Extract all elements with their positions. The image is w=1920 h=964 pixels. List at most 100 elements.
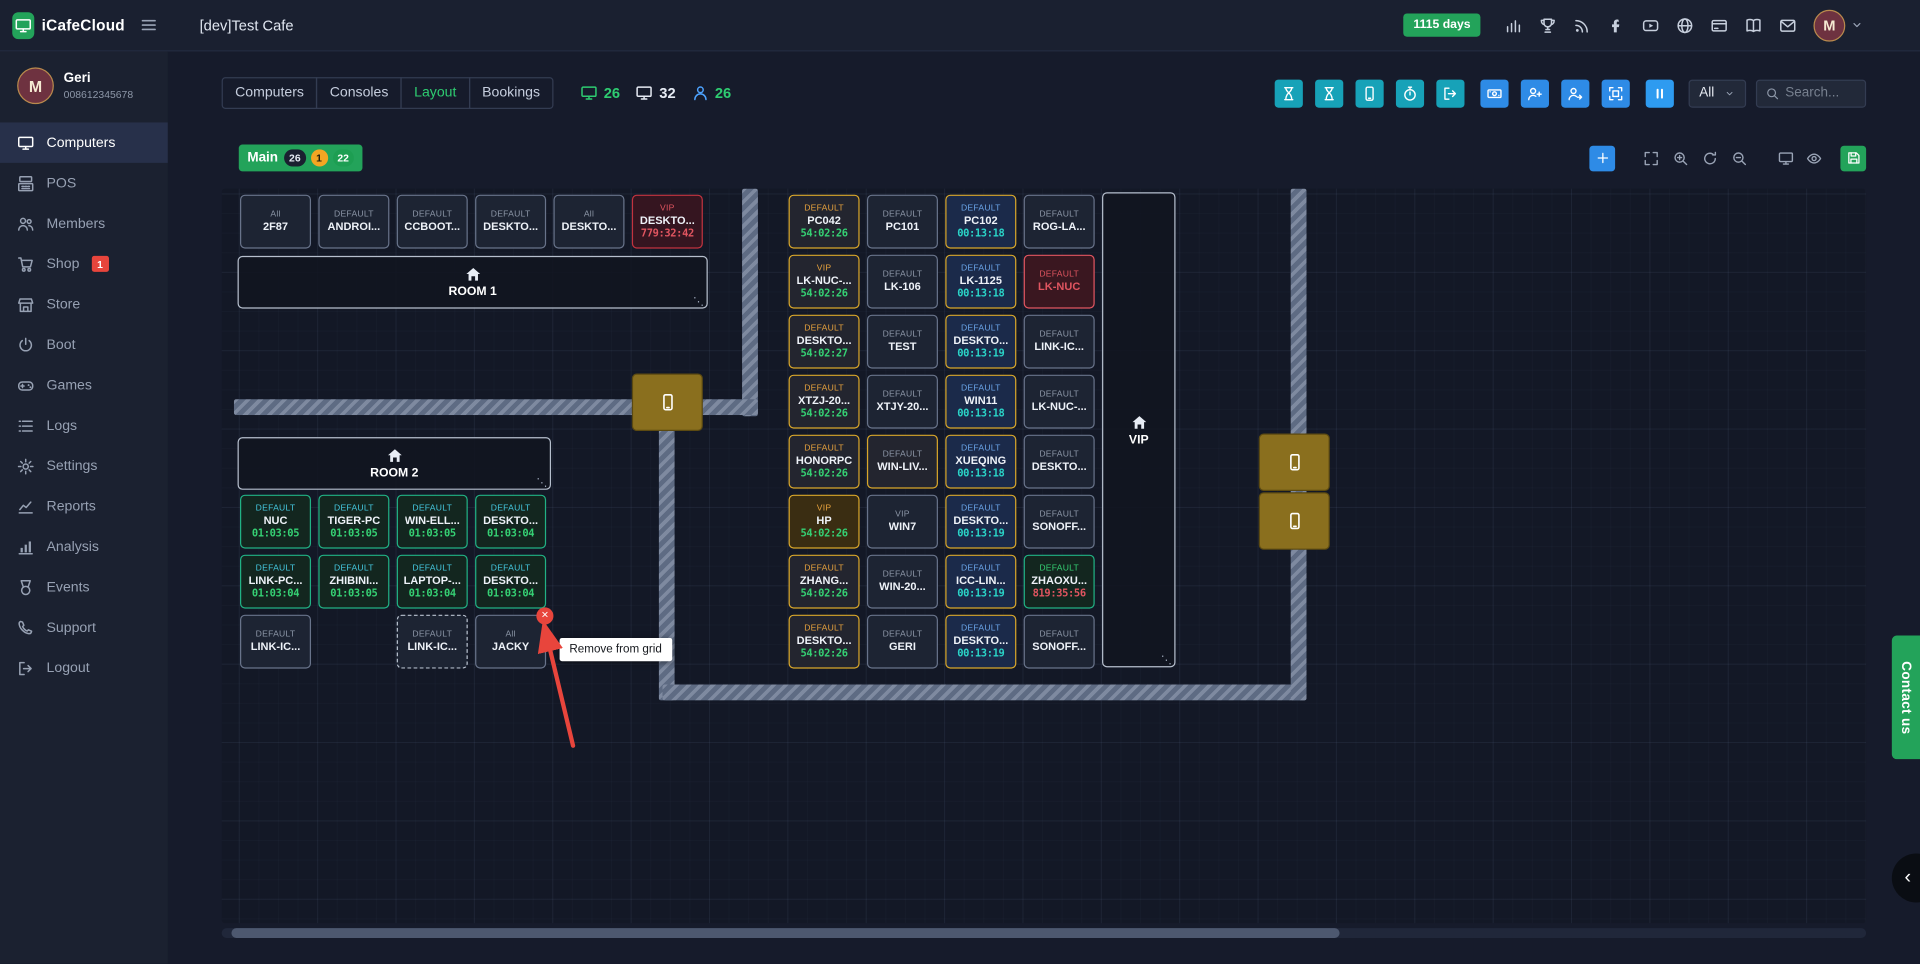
computer-card[interactable]: DEFAULTLINK-PC...01:03:04: [240, 555, 311, 609]
computer-card[interactable]: DEFAULTWIN-ELL...01:03:05: [397, 495, 468, 549]
computer-card[interactable]: DEFAULTZHIBINI...01:03:05: [318, 555, 389, 609]
computer-card[interactable]: DEFAULTCCBOOT...: [397, 195, 468, 249]
layout-canvas[interactable]: Remove from grid ROOM 1⋱ROOM 2⋱VIP⋱All2F…: [222, 189, 1866, 924]
menu-toggle-button[interactable]: [135, 11, 163, 39]
room-vip[interactable]: VIP⋱: [1102, 192, 1175, 667]
youtube-link[interactable]: [1642, 17, 1659, 34]
computer-card[interactable]: DEFAULTTIGER-PC01:03:05: [318, 495, 389, 549]
mobile-device[interactable]: [1259, 492, 1330, 550]
sidebar-item-store[interactable]: Store: [0, 284, 168, 324]
computer-card[interactable]: DEFAULTPC10200:13:18: [945, 195, 1016, 249]
wall-segment[interactable]: [742, 189, 758, 417]
computer-card[interactable]: VIPLK-NUC-...54:02:26: [789, 255, 860, 309]
sidebar-item-logout[interactable]: Logout: [0, 648, 168, 688]
computer-card[interactable]: DEFAULTPC04254:02:26: [789, 195, 860, 249]
docs-link[interactable]: [1745, 17, 1762, 34]
computer-card[interactable]: DEFAULTXUEQING00:13:18: [945, 435, 1016, 489]
resize-handle[interactable]: ⋱: [693, 296, 704, 307]
eye-button[interactable]: [1806, 150, 1822, 166]
zoom-out-button[interactable]: [1731, 150, 1747, 166]
pause-button[interactable]: [1645, 79, 1673, 107]
computer-card[interactable]: DEFAULTDESKTO...: [475, 195, 546, 249]
search-input[interactable]: [1785, 86, 1856, 101]
computer-card[interactable]: AllDESKTO...: [553, 195, 624, 249]
computer-card[interactable]: DEFAULTROG-LA...: [1024, 195, 1095, 249]
computer-card[interactable]: DEFAULTDESKTO...01:03:04: [475, 495, 546, 549]
remove-icon[interactable]: ×: [536, 607, 553, 624]
computer-card[interactable]: DEFAULTSONOFF...: [1024, 495, 1095, 549]
computer-card[interactable]: DEFAULTLINK-IC...: [240, 615, 311, 669]
computer-card[interactable]: DEFAULTGERI: [867, 615, 938, 669]
computer-card[interactable]: DEFAULTDESKTO...01:03:04: [475, 555, 546, 609]
screen-button[interactable]: [1778, 150, 1794, 166]
computer-card[interactable]: DEFAULTDESKTO...00:13:19: [945, 615, 1016, 669]
computer-card[interactable]: DEFAULTPC101: [867, 195, 938, 249]
computer-card[interactable]: DEFAULTXTZJ-20...54:02:26: [789, 375, 860, 429]
user-plus-button[interactable]: [1521, 79, 1549, 107]
computer-card[interactable]: DEFAULTXTJY-20...: [867, 375, 938, 429]
sidebar-item-analysis[interactable]: Analysis: [0, 527, 168, 567]
mobile-device[interactable]: [1259, 433, 1330, 491]
rss-link[interactable]: [1573, 17, 1590, 34]
refresh-button[interactable]: [1702, 150, 1718, 166]
computer-card[interactable]: DEFAULTZHANG...54:02:26: [789, 555, 860, 609]
computer-card[interactable]: DEFAULTNUC01:03:05: [240, 495, 311, 549]
sidebar-item-shop[interactable]: Shop1: [0, 244, 168, 284]
room-room-2[interactable]: ROOM 2⋱: [238, 437, 551, 490]
computer-card[interactable]: VIPWIN7: [867, 495, 938, 549]
contact-us-button[interactable]: Contact us: [1892, 636, 1920, 760]
computer-card[interactable]: DEFAULTWIN1100:13:18: [945, 375, 1016, 429]
add-button[interactable]: [1589, 145, 1615, 171]
computer-card[interactable]: DEFAULTSONOFF...: [1024, 615, 1095, 669]
stopwatch-button[interactable]: [1396, 79, 1424, 107]
computer-card[interactable]: DEFAULTLINK-IC...: [1024, 315, 1095, 369]
resize-handle[interactable]: ⋱: [1161, 655, 1172, 666]
room-room-1[interactable]: ROOM 1⋱: [238, 256, 708, 309]
computer-card[interactable]: AllJACKY×: [475, 615, 546, 669]
computer-card[interactable]: DEFAULTLK-NUC-...: [1024, 375, 1095, 429]
sidebar-item-support[interactable]: Support: [0, 607, 168, 647]
globe-link[interactable]: [1676, 17, 1693, 34]
sidebar-item-settings[interactable]: Settings: [0, 446, 168, 486]
sidebar-item-logs[interactable]: Logs: [0, 405, 168, 445]
horizontal-scrollbar[interactable]: [222, 928, 1866, 938]
mobile-button[interactable]: [1355, 79, 1383, 107]
computer-card[interactable]: DEFAULTDESKTO...54:02:26: [789, 615, 860, 669]
floor-tab-main[interactable]: Main 26122: [239, 144, 363, 171]
trophy-link[interactable]: [1539, 17, 1556, 34]
computer-card[interactable]: DEFAULTLK-106: [867, 255, 938, 309]
tab-computers[interactable]: Computers: [222, 77, 318, 109]
facebook-link[interactable]: [1608, 17, 1625, 34]
mobile-device[interactable]: [632, 373, 703, 431]
cash-button[interactable]: [1480, 79, 1508, 107]
app-logo[interactable]: iCafeCloud: [12, 12, 125, 39]
user-profile[interactable]: M Geri 008612345678: [0, 51, 168, 122]
computer-card[interactable]: DEFAULTDESKTO...: [1024, 435, 1095, 489]
computer-card[interactable]: DEFAULTANDROI...: [318, 195, 389, 249]
computer-card[interactable]: DEFAULTDESKTO...00:13:19: [945, 315, 1016, 369]
user-menu[interactable]: M: [1813, 9, 1863, 41]
sidebar-item-reports[interactable]: Reports: [0, 486, 168, 526]
computer-card[interactable]: VIPDESKTO...779:32:42: [632, 195, 703, 249]
computer-card[interactable]: DEFAULTDESKTO...00:13:19: [945, 495, 1016, 549]
hourglass-button[interactable]: [1274, 79, 1302, 107]
mail-link[interactable]: [1779, 17, 1796, 34]
resize-handle[interactable]: ⋱: [536, 478, 547, 489]
expand-button[interactable]: [1643, 150, 1659, 166]
sidebar-item-computers[interactable]: Computers: [0, 122, 168, 162]
zoom-in-button[interactable]: [1673, 150, 1689, 166]
computer-card[interactable]: DEFAULTICC-LIN...00:13:19: [945, 555, 1016, 609]
computer-card[interactable]: All2F87: [240, 195, 311, 249]
sidebar-item-members[interactable]: Members: [0, 203, 168, 243]
computer-card[interactable]: DEFAULTDESKTO...54:02:27: [789, 315, 860, 369]
computer-card[interactable]: DEFAULTTEST: [867, 315, 938, 369]
stats-link[interactable]: [1505, 17, 1522, 34]
tab-bookings[interactable]: Bookings: [469, 77, 554, 109]
sidebar-item-events[interactable]: Events: [0, 567, 168, 607]
subscription-days-badge[interactable]: 1115 days: [1404, 13, 1481, 36]
wall-segment[interactable]: [662, 684, 1306, 700]
sidebar-item-pos[interactable]: POS: [0, 163, 168, 203]
sidebar-item-boot[interactable]: Boot: [0, 324, 168, 364]
computer-card[interactable]: DEFAULTZHAOXU...819:35:56: [1024, 555, 1095, 609]
save-button[interactable]: [1840, 145, 1866, 171]
